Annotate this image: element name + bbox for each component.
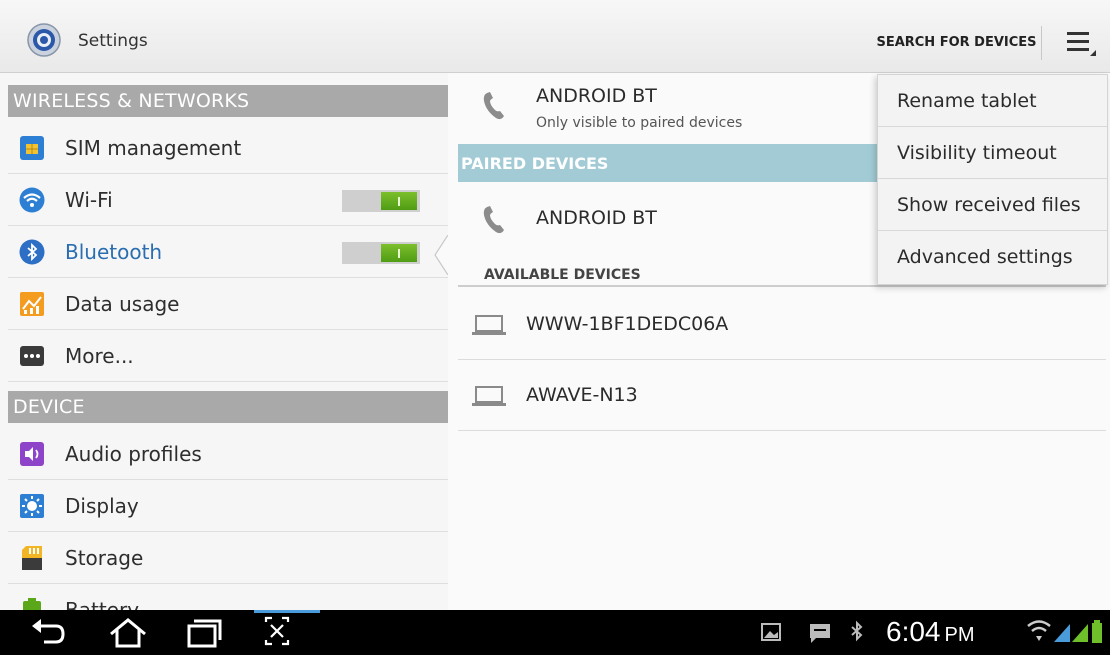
battery-status-icon (1092, 620, 1102, 643)
back-icon[interactable] (28, 610, 72, 655)
settings-item-bluetooth[interactable]: Bluetooth (8, 227, 448, 278)
menu-item-visibility-timeout[interactable]: Visibility timeout (878, 127, 1107, 179)
settings-item-label: Bluetooth (65, 240, 163, 264)
action-bar: Settings SEARCH FOR DEVICES (0, 0, 1110, 73)
system-bar: 6:04 PM (0, 610, 1110, 655)
this-device-name: ANDROID BT (536, 85, 657, 107)
recent-apps-icon[interactable] (182, 610, 226, 655)
settings-item-wifi[interactable]: Wi-Fi (8, 175, 448, 226)
selected-pane-indicator (434, 235, 448, 275)
bluetooth-toggle[interactable] (342, 242, 420, 264)
settings-item-sim[interactable]: SIM management (8, 123, 448, 174)
settings-item-label: SIM management (65, 136, 242, 160)
settings-item-label: Audio profiles (65, 442, 202, 466)
available-device-name: WWW-1BF1DEDC06A (526, 313, 729, 335)
home-icon[interactable] (106, 610, 150, 655)
settings-item-label: Wi-Fi (65, 188, 113, 212)
wifi-status-icon (1027, 620, 1051, 641)
menu-item-advanced-settings[interactable]: Advanced settings (878, 231, 1107, 283)
battery-icon (23, 598, 41, 610)
brightness-icon (20, 494, 44, 518)
status-clock: 6:04 PM (886, 616, 975, 648)
signal-strength-icon (1054, 624, 1088, 642)
menu-item-show-received-files[interactable]: Show received files (878, 179, 1107, 231)
settings-item-label: Storage (65, 546, 144, 570)
settings-list: WIRELESS & NETWORKS SIM management Wi-Fi… (0, 73, 448, 610)
settings-item-audio-profiles[interactable]: Audio profiles (8, 429, 448, 480)
visibility-status: Only visible to paired devices (536, 115, 743, 131)
gallery-notification-icon[interactable] (760, 610, 784, 655)
laptop-icon (472, 386, 506, 406)
data-usage-icon (20, 292, 44, 316)
paired-device-name: ANDROID BT (536, 207, 657, 229)
section-header-wireless: WIRELESS & NETWORKS (8, 85, 448, 117)
message-notification-icon[interactable] (808, 610, 832, 655)
laptop-icon (472, 315, 506, 335)
settings-item-label: Data usage (65, 292, 180, 316)
wifi-toggle[interactable] (342, 190, 420, 212)
available-device-row[interactable]: AWAVE-N13 (458, 360, 1106, 431)
more-dots-icon (20, 346, 44, 366)
bluetooth-icon (19, 239, 45, 265)
settings-gear-icon[interactable] (26, 22, 62, 58)
section-header-device: DEVICE (8, 391, 448, 423)
settings-item-display[interactable]: Display (8, 481, 448, 532)
available-devices-label: AVAILABLE DEVICES (484, 267, 641, 283)
settings-item-more[interactable]: More... (8, 331, 448, 382)
overflow-menu: Rename tablet Visibility timeout Show re… (877, 74, 1108, 285)
available-device-name: AWAVE-N13 (526, 384, 638, 406)
sd-card-icon (22, 546, 42, 570)
bluetooth-status-icon (851, 620, 863, 642)
settings-item-battery[interactable]: Battery (8, 585, 448, 610)
overflow-menu-icon[interactable] (1060, 24, 1100, 62)
available-device-row[interactable]: WWW-1BF1DEDC06A (458, 289, 1106, 360)
phone-handset-icon (483, 92, 504, 120)
settings-item-data-usage[interactable]: Data usage (8, 279, 448, 330)
clock-time: 6:04 (886, 616, 941, 647)
settings-item-label: More... (65, 344, 134, 368)
settings-item-storage[interactable]: Storage (8, 533, 448, 584)
settings-item-label: Display (65, 494, 139, 518)
search-for-devices-button[interactable]: SEARCH FOR DEVICES (872, 26, 1042, 60)
clock-ampm: PM (944, 624, 975, 646)
wifi-icon (19, 187, 45, 213)
menu-item-rename-tablet[interactable]: Rename tablet (878, 75, 1107, 127)
settings-item-label: Battery (65, 598, 140, 610)
screenshot-icon[interactable] (244, 610, 320, 655)
phone-handset-icon (483, 206, 504, 234)
app-title: Settings (78, 31, 148, 51)
sim-card-icon (20, 136, 44, 160)
speaker-icon (20, 442, 44, 466)
